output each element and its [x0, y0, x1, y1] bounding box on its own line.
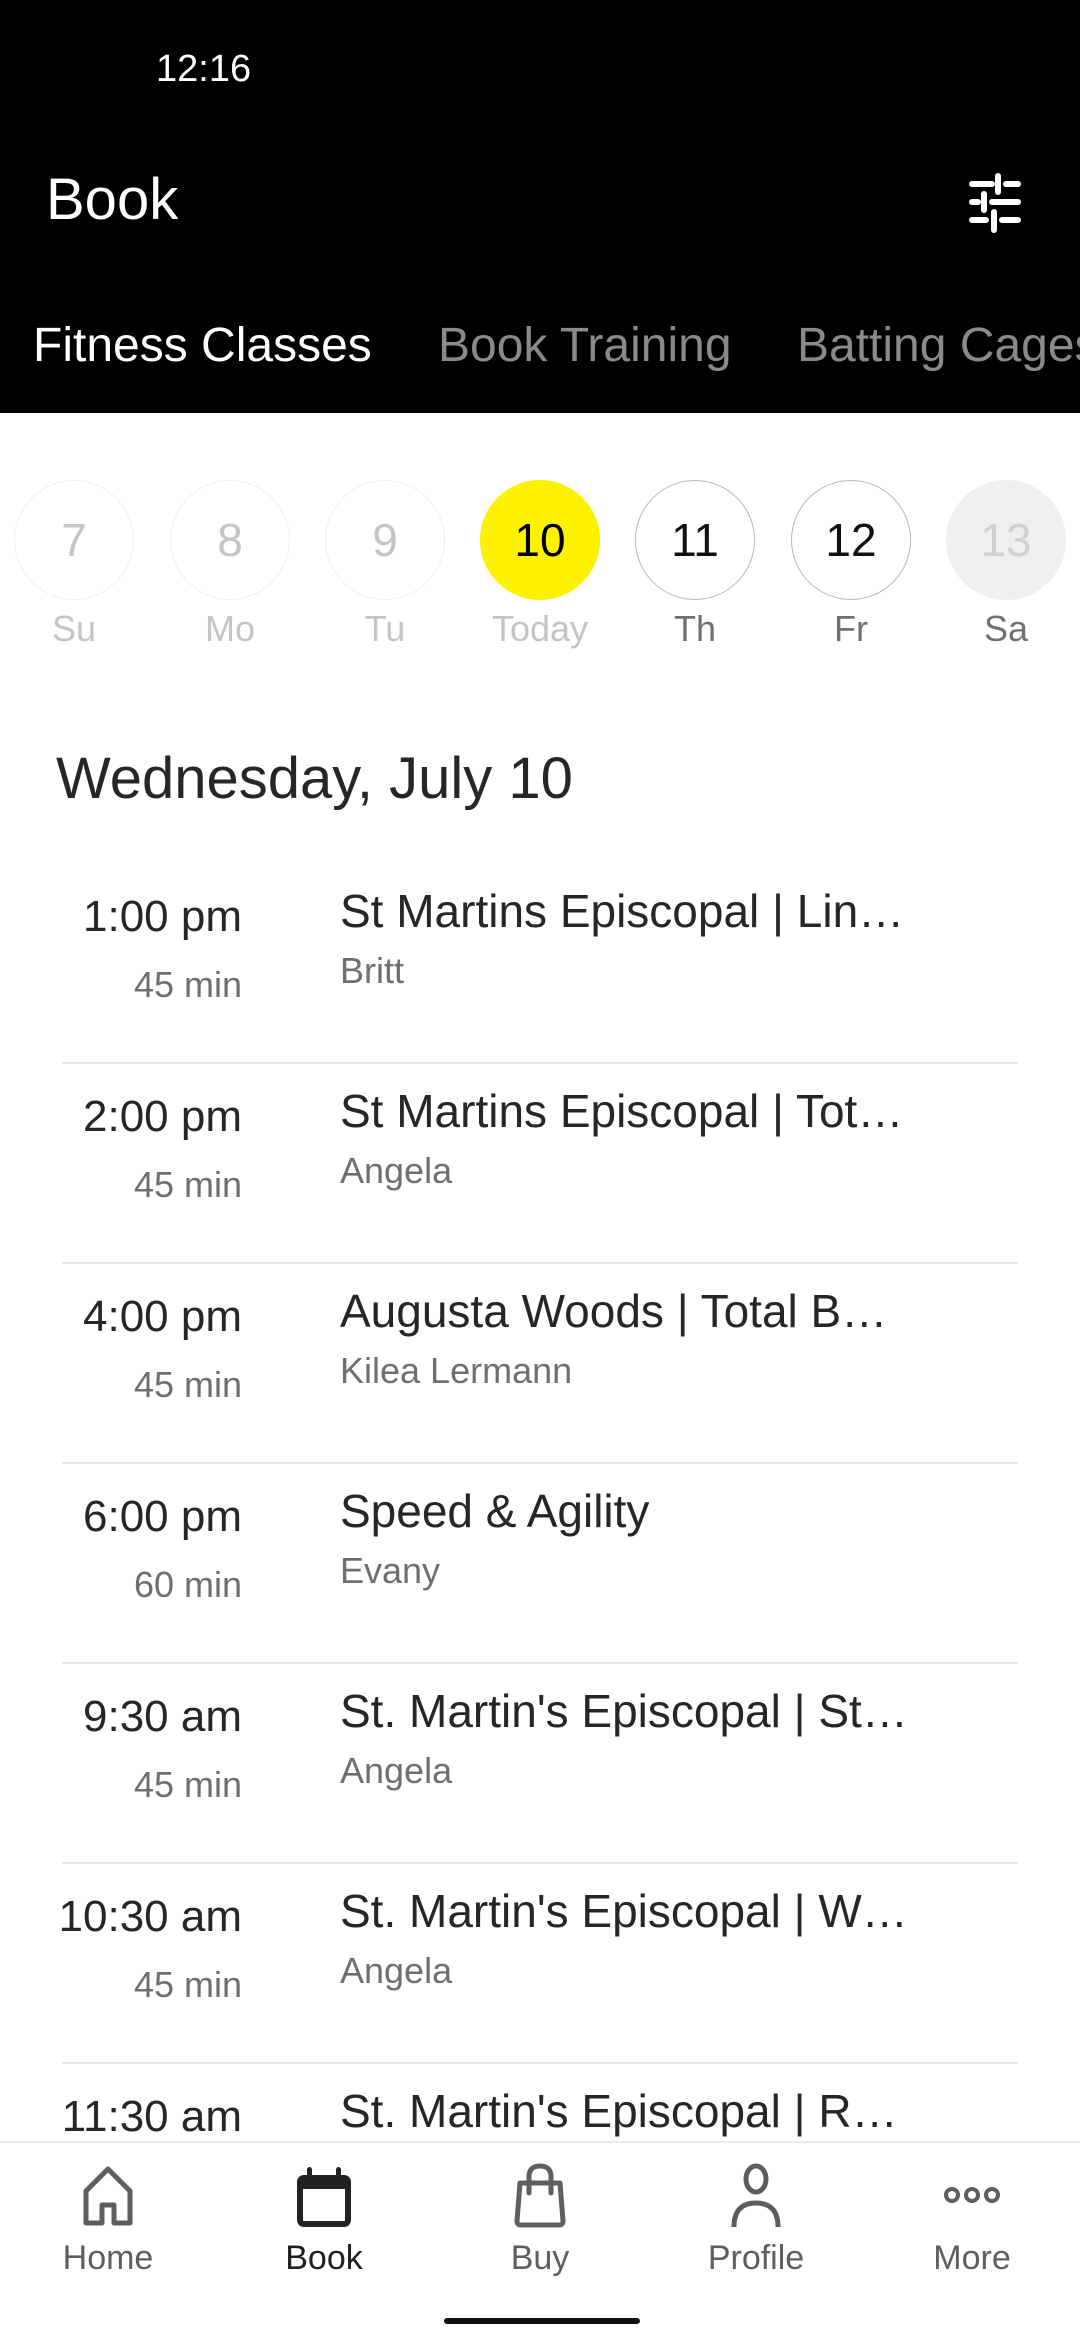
shopping-bag-icon — [514, 2163, 566, 2228]
app-root: 12:16 Book Fitness Classes Book Training… — [0, 0, 1080, 2340]
class-instructor: Angela — [340, 1950, 453, 1991]
class-time: 6:00 pm — [83, 1492, 242, 1541]
class-row[interactable]: 2:00 pm 45 min St Martins Episcopal | To… — [0, 1064, 1080, 1264]
more-dots-icon — [944, 2187, 1000, 2203]
nav-label: Book — [285, 2239, 363, 2277]
day-8[interactable]: 8 Mo — [169, 478, 291, 653]
class-row[interactable]: 6:00 pm 60 min Speed & Agility Evany — [0, 1464, 1080, 1664]
class-title: St Martins Episcopal | Tot… — [340, 1085, 904, 1137]
class-row[interactable]: 9:30 am 45 min St. Martin's Episcopal | … — [0, 1664, 1080, 1864]
nav-profile[interactable]: Profile — [648, 2163, 864, 2283]
class-list: 1:00 pm 45 min St Martins Episcopal | Li… — [0, 864, 1080, 2142]
class-time: 11:30 am — [61, 2092, 242, 2141]
class-row[interactable]: 11:30 am St. Martin's Episcopal | R… — [0, 2064, 1080, 2142]
class-title: St. Martin's Episcopal | R… — [340, 2085, 898, 2137]
nav-buy[interactable]: Buy — [432, 2163, 648, 2283]
class-time: 2:00 pm — [83, 1092, 242, 1141]
class-instructor: Evany — [340, 1550, 441, 1591]
day-label: Th — [673, 608, 716, 649]
class-duration: 45 min — [133, 1964, 242, 2005]
class-row[interactable]: 10:30 am 45 min St. Martin's Episcopal |… — [0, 1864, 1080, 2064]
nav-book[interactable]: Book — [216, 2163, 432, 2283]
class-duration: 45 min — [133, 1164, 242, 1205]
class-time: 1:00 pm — [83, 892, 242, 941]
day-number: 13 — [946, 480, 1066, 600]
class-instructor: Angela — [340, 1750, 453, 1791]
tab-fitness-classes[interactable]: Fitness Classes — [33, 318, 372, 373]
day-label: Fr — [834, 608, 868, 649]
day-label: Sa — [983, 608, 1029, 649]
nav-more[interactable]: More — [864, 2163, 1080, 2283]
day-number: 7 — [14, 480, 134, 600]
nav-label: Profile — [707, 2239, 805, 2277]
day-13[interactable]: 13 Sa — [945, 478, 1067, 653]
class-title: St. Martin's Episcopal | W… — [340, 1885, 908, 1937]
day-label: Mo — [204, 608, 255, 649]
date-strip: 7 Su 8 Mo 9 Tu 10 Today 11 Th 12 Fr 13 S… — [0, 478, 1080, 658]
class-duration: 60 min — [133, 1564, 242, 1605]
home-indicator — [444, 2318, 640, 2324]
tab-batting-cages[interactable]: Batting Cages — [797, 318, 1080, 373]
nav-label: Home — [62, 2239, 154, 2277]
page-title: Book — [46, 167, 179, 232]
class-instructor: Angela — [340, 1150, 453, 1191]
day-7[interactable]: 7 Su — [13, 478, 135, 653]
class-time: 10:30 am — [58, 1892, 242, 1941]
day-12[interactable]: 12 Fr — [790, 478, 912, 653]
class-duration: 45 min — [133, 964, 242, 1005]
calendar-icon — [297, 2167, 351, 2227]
class-duration: 45 min — [133, 1364, 242, 1405]
day-11[interactable]: 11 Th — [634, 478, 756, 653]
day-label: Tu — [364, 608, 406, 649]
day-number: 8 — [170, 480, 290, 600]
day-number: 9 — [325, 480, 445, 600]
class-time: 4:00 pm — [83, 1292, 242, 1341]
class-instructor: Kilea Lermann — [340, 1350, 573, 1391]
class-row[interactable]: 4:00 pm 45 min Augusta Woods | Total B… … — [0, 1264, 1080, 1464]
nav-label: More — [933, 2239, 1011, 2277]
app-header: 12:16 Book Fitness Classes Book Training… — [0, 0, 1080, 413]
sliders-icon — [969, 173, 1021, 233]
bottom-nav: Home Book Buy Profile More — [0, 2141, 1080, 2340]
day-9[interactable]: 9 Tu — [324, 478, 446, 653]
home-icon — [83, 2166, 133, 2226]
day-number: 11 — [635, 480, 755, 600]
day-label: Su — [51, 608, 97, 649]
status-bar-time: 12:16 — [156, 48, 252, 90]
filter-button[interactable] — [962, 172, 1030, 234]
class-duration: 45 min — [133, 1764, 242, 1805]
selected-date-heading: Wednesday, July 10 — [56, 746, 573, 811]
class-instructor: Britt — [340, 950, 405, 991]
nav-home[interactable]: Home — [0, 2163, 216, 2283]
tab-book-training[interactable]: Book Training — [438, 318, 732, 373]
class-title: St. Martin's Episcopal | St… — [340, 1685, 908, 1737]
day-number: 10 — [480, 480, 600, 600]
class-title: St Martins Episcopal | Lin… — [340, 885, 905, 937]
day-label: Today — [491, 608, 589, 649]
class-time: 9:30 am — [83, 1692, 242, 1741]
nav-label: Buy — [510, 2239, 570, 2277]
class-title: Augusta Woods | Total B… — [340, 1285, 888, 1337]
class-row[interactable]: 1:00 pm 45 min St Martins Episcopal | Li… — [0, 864, 1080, 1064]
category-tabs: Fitness Classes Book Training Batting Ca… — [0, 310, 1080, 380]
day-10-today[interactable]: 10 Today — [479, 478, 601, 653]
class-title: Speed & Agility — [340, 1485, 650, 1537]
person-icon — [731, 2163, 781, 2228]
day-number: 12 — [791, 480, 911, 600]
